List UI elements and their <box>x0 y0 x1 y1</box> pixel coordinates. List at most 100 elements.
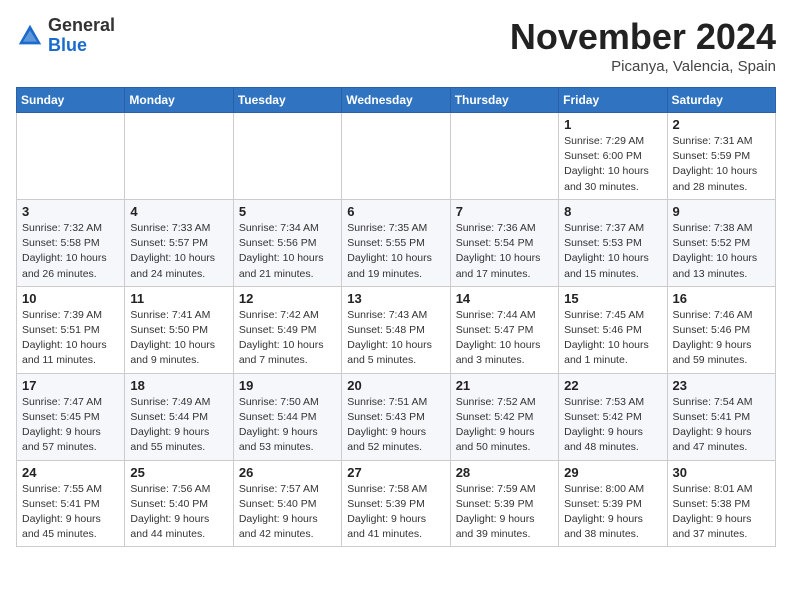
calendar-cell: 3Sunrise: 7:32 AM Sunset: 5:58 PM Daylig… <box>17 199 125 286</box>
day-info: Sunrise: 7:50 AM Sunset: 5:44 PM Dayligh… <box>239 395 336 456</box>
day-info: Sunrise: 7:39 AM Sunset: 5:51 PM Dayligh… <box>22 308 119 369</box>
day-number: 25 <box>130 465 227 480</box>
day-info: Sunrise: 7:41 AM Sunset: 5:50 PM Dayligh… <box>130 308 227 369</box>
calendar-cell <box>450 113 558 200</box>
day-number: 26 <box>239 465 336 480</box>
logo-icon <box>16 22 44 50</box>
calendar-header: SundayMondayTuesdayWednesdayThursdayFrid… <box>17 88 776 113</box>
calendar-table: SundayMondayTuesdayWednesdayThursdayFrid… <box>16 87 776 547</box>
weekday-row: SundayMondayTuesdayWednesdayThursdayFrid… <box>17 88 776 113</box>
logo-general: General <box>48 16 115 36</box>
day-number: 21 <box>456 378 553 393</box>
page-header: General Blue November 2024 Picanya, Vale… <box>16 16 776 75</box>
day-info: Sunrise: 7:38 AM Sunset: 5:52 PM Dayligh… <box>673 221 770 282</box>
calendar-week-row: 1 Sunrise: 7:29 AM Sunset: 6:00 PM Daylig… <box>17 113 776 200</box>
calendar-cell: 6Sunrise: 7:35 AM Sunset: 5:55 PM Daylig… <box>342 199 450 286</box>
day-info: Sunrise: 7:51 AM Sunset: 5:43 PM Dayligh… <box>347 395 444 456</box>
weekday-header: Saturday <box>667 88 775 113</box>
calendar-cell: 1 Sunrise: 7:29 AM Sunset: 6:00 PM Daylig… <box>559 113 667 200</box>
day-info: Sunrise: 7:29 AM Sunset: 6:00 PM Dayligh… <box>564 134 661 195</box>
calendar-body: 1 Sunrise: 7:29 AM Sunset: 6:00 PM Daylig… <box>17 113 776 547</box>
day-number: 1 <box>564 117 661 132</box>
day-number: 4 <box>130 204 227 219</box>
day-info: Sunrise: 7:32 AM Sunset: 5:58 PM Dayligh… <box>22 221 119 282</box>
calendar-cell: 13Sunrise: 7:43 AM Sunset: 5:48 PM Dayli… <box>342 286 450 373</box>
day-number: 19 <box>239 378 336 393</box>
day-info: Sunrise: 7:46 AM Sunset: 5:46 PM Dayligh… <box>673 308 770 369</box>
calendar-cell: 22 Sunrise: 7:53 AM Sunset: 5:42 PM Dayli… <box>559 373 667 460</box>
calendar-cell: 18 Sunrise: 7:49 AM Sunset: 5:44 PM Dayli… <box>125 373 233 460</box>
day-info: Sunrise: 7:54 AM Sunset: 5:41 PM Dayligh… <box>673 395 770 456</box>
calendar-cell <box>342 113 450 200</box>
location: Picanya, Valencia, Spain <box>510 58 776 75</box>
calendar-cell: 30Sunrise: 8:01 AM Sunset: 5:38 PM Dayli… <box>667 460 775 547</box>
weekday-header: Sunday <box>17 88 125 113</box>
day-number: 9 <box>673 204 770 219</box>
day-info: Sunrise: 7:44 AM Sunset: 5:47 PM Dayligh… <box>456 308 553 369</box>
logo-text: General Blue <box>48 16 115 56</box>
day-info: Sunrise: 7:58 AM Sunset: 5:39 PM Dayligh… <box>347 482 444 543</box>
calendar-cell: 7 Sunrise: 7:36 AM Sunset: 5:54 PM Daylig… <box>450 199 558 286</box>
weekday-header: Thursday <box>450 88 558 113</box>
calendar-cell: 25 Sunrise: 7:56 AM Sunset: 5:40 PM Dayli… <box>125 460 233 547</box>
day-number: 18 <box>130 378 227 393</box>
day-number: 11 <box>130 291 227 306</box>
calendar-cell: 16 Sunrise: 7:46 AM Sunset: 5:46 PM Dayli… <box>667 286 775 373</box>
day-number: 29 <box>564 465 661 480</box>
day-number: 28 <box>456 465 553 480</box>
day-info: Sunrise: 7:36 AM Sunset: 5:54 PM Dayligh… <box>456 221 553 282</box>
day-info: Sunrise: 7:45 AM Sunset: 5:46 PM Dayligh… <box>564 308 661 369</box>
day-number: 12 <box>239 291 336 306</box>
calendar-cell: 24 Sunrise: 7:55 AM Sunset: 5:41 PM Dayli… <box>17 460 125 547</box>
day-info: Sunrise: 8:01 AM Sunset: 5:38 PM Dayligh… <box>673 482 770 543</box>
day-info: Sunrise: 7:52 AM Sunset: 5:42 PM Dayligh… <box>456 395 553 456</box>
day-info: Sunrise: 7:53 AM Sunset: 5:42 PM Dayligh… <box>564 395 661 456</box>
calendar-cell: 14 Sunrise: 7:44 AM Sunset: 5:47 PM Dayli… <box>450 286 558 373</box>
day-number: 13 <box>347 291 444 306</box>
calendar-cell: 15 Sunrise: 7:45 AM Sunset: 5:46 PM Dayli… <box>559 286 667 373</box>
logo: General Blue <box>16 16 115 56</box>
day-info: Sunrise: 7:59 AM Sunset: 5:39 PM Dayligh… <box>456 482 553 543</box>
day-info: Sunrise: 7:37 AM Sunset: 5:53 PM Dayligh… <box>564 221 661 282</box>
calendar-cell: 29 Sunrise: 8:00 AM Sunset: 5:39 PM Dayli… <box>559 460 667 547</box>
logo-blue: Blue <box>48 36 115 56</box>
day-info: Sunrise: 7:55 AM Sunset: 5:41 PM Dayligh… <box>22 482 119 543</box>
day-number: 15 <box>564 291 661 306</box>
day-number: 22 <box>564 378 661 393</box>
calendar-week-row: 3Sunrise: 7:32 AM Sunset: 5:58 PM Daylig… <box>17 199 776 286</box>
day-number: 16 <box>673 291 770 306</box>
title-block: November 2024 Picanya, Valencia, Spain <box>510 16 776 75</box>
calendar-cell: 2Sunrise: 7:31 AM Sunset: 5:59 PM Daylig… <box>667 113 775 200</box>
day-number: 5 <box>239 204 336 219</box>
day-info: Sunrise: 7:42 AM Sunset: 5:49 PM Dayligh… <box>239 308 336 369</box>
calendar-cell: 23 Sunrise: 7:54 AM Sunset: 5:41 PM Dayli… <box>667 373 775 460</box>
day-info: Sunrise: 7:49 AM Sunset: 5:44 PM Dayligh… <box>130 395 227 456</box>
day-number: 7 <box>456 204 553 219</box>
day-number: 17 <box>22 378 119 393</box>
calendar-cell: 11 Sunrise: 7:41 AM Sunset: 5:50 PM Dayli… <box>125 286 233 373</box>
day-info: Sunrise: 7:57 AM Sunset: 5:40 PM Dayligh… <box>239 482 336 543</box>
day-info: Sunrise: 7:56 AM Sunset: 5:40 PM Dayligh… <box>130 482 227 543</box>
day-number: 23 <box>673 378 770 393</box>
calendar-cell <box>233 113 341 200</box>
calendar-cell: 12 Sunrise: 7:42 AM Sunset: 5:49 PM Dayli… <box>233 286 341 373</box>
calendar-cell <box>125 113 233 200</box>
weekday-header: Friday <box>559 88 667 113</box>
calendar-cell: 10Sunrise: 7:39 AM Sunset: 5:51 PM Dayli… <box>17 286 125 373</box>
day-info: Sunrise: 8:00 AM Sunset: 5:39 PM Dayligh… <box>564 482 661 543</box>
day-number: 27 <box>347 465 444 480</box>
day-number: 14 <box>456 291 553 306</box>
day-number: 20 <box>347 378 444 393</box>
calendar-cell <box>17 113 125 200</box>
weekday-header: Tuesday <box>233 88 341 113</box>
month-title: November 2024 <box>510 16 776 58</box>
day-info: Sunrise: 7:34 AM Sunset: 5:56 PM Dayligh… <box>239 221 336 282</box>
weekday-header: Monday <box>125 88 233 113</box>
calendar-cell: 5 Sunrise: 7:34 AM Sunset: 5:56 PM Daylig… <box>233 199 341 286</box>
day-info: Sunrise: 7:31 AM Sunset: 5:59 PM Dayligh… <box>673 134 770 195</box>
calendar-cell: 20 Sunrise: 7:51 AM Sunset: 5:43 PM Dayli… <box>342 373 450 460</box>
day-number: 24 <box>22 465 119 480</box>
calendar-week-row: 17Sunrise: 7:47 AM Sunset: 5:45 PM Dayli… <box>17 373 776 460</box>
day-number: 6 <box>347 204 444 219</box>
calendar-cell: 19 Sunrise: 7:50 AM Sunset: 5:44 PM Dayli… <box>233 373 341 460</box>
